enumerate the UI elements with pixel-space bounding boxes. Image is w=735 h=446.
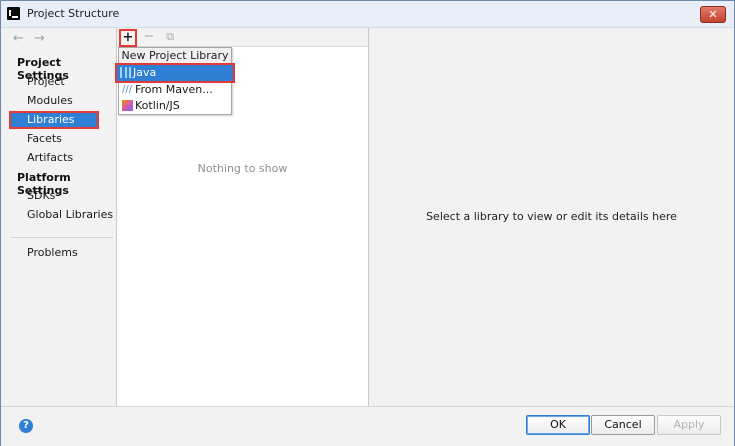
window-title: Project Structure: [27, 7, 120, 20]
popup-item-label: From Maven...: [135, 83, 213, 96]
popup-title: New Project Library: [119, 48, 231, 65]
sidebar-item-project[interactable]: Project: [9, 73, 116, 91]
dialog-footer: ? OK Cancel Apply: [1, 406, 734, 446]
sidebar-item-global-libraries[interactable]: Global Libraries: [9, 206, 116, 224]
title-bar: Project Structure ✕: [1, 1, 734, 28]
maven-icon: ///: [122, 84, 133, 95]
apply-button[interactable]: Apply: [657, 415, 721, 435]
java-library-icon: [120, 67, 131, 78]
back-arrow-icon[interactable]: ←: [13, 31, 24, 46]
popup-item-java[interactable]: Java: [115, 63, 235, 83]
library-detail-pane: Select a library to view or edit its det…: [369, 28, 734, 406]
cancel-button[interactable]: Cancel: [591, 415, 655, 435]
popup-item-label: Java: [133, 66, 157, 79]
project-structure-dialog: Project Structure ✕ ← → Project Settings…: [0, 0, 735, 446]
kotlin-js-icon: [122, 100, 133, 111]
sidebar-item-libraries[interactable]: Libraries: [9, 111, 99, 129]
add-library-button[interactable]: +: [119, 29, 137, 47]
library-toolbar: + − ⧉: [117, 28, 368, 47]
copy-library-button[interactable]: ⧉: [162, 29, 178, 45]
empty-list-message: Nothing to show: [197, 162, 288, 175]
forward-arrow-icon[interactable]: →: [34, 31, 45, 46]
ok-button[interactable]: OK: [526, 415, 590, 435]
popup-item-from-maven[interactable]: /// From Maven...: [119, 82, 231, 98]
sidebar-item-artifacts[interactable]: Artifacts: [9, 149, 116, 167]
popup-item-kotlin-js[interactable]: Kotlin/JS: [119, 98, 231, 114]
settings-sidebar: ← → Project Settings Project Modules Lib…: [1, 28, 117, 406]
popup-item-label: Kotlin/JS: [135, 99, 180, 112]
intellij-app-icon: [7, 7, 20, 20]
new-library-popup: New Project Library Java /// From Maven.…: [115, 47, 235, 115]
close-button[interactable]: ✕: [700, 6, 726, 23]
remove-library-button[interactable]: −: [141, 29, 157, 45]
sidebar-item-modules[interactable]: Modules: [9, 92, 116, 110]
detail-placeholder-message: Select a library to view or edit its det…: [426, 210, 677, 223]
nav-arrows: ← →: [13, 31, 51, 46]
sidebar-item-problems[interactable]: Problems: [9, 244, 116, 262]
sidebar-item-facets[interactable]: Facets: [9, 130, 116, 148]
sidebar-divider: [11, 237, 113, 238]
help-icon[interactable]: ?: [19, 419, 33, 433]
sidebar-item-sdks[interactable]: SDKs: [9, 187, 116, 205]
